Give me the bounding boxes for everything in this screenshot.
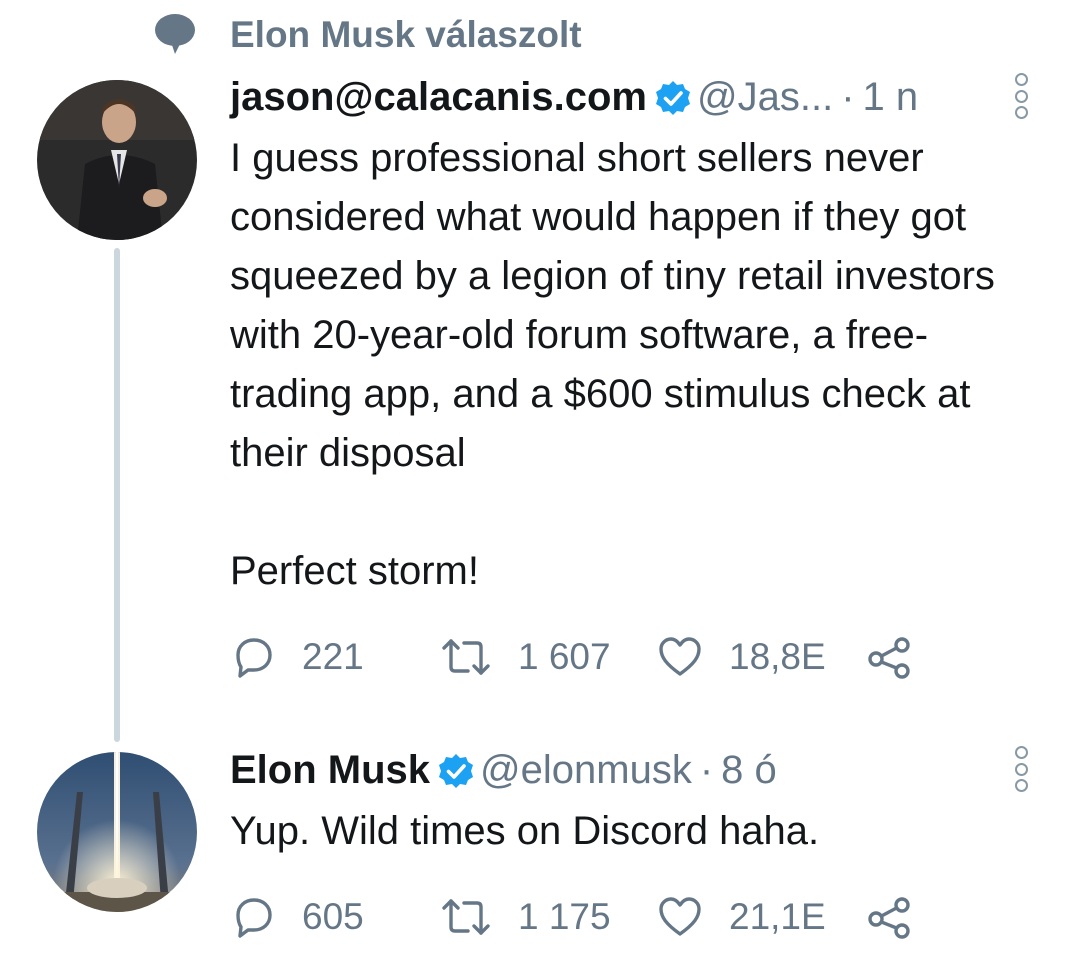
more-options-icon[interactable] xyxy=(1010,746,1032,792)
retweet-count: 1 175 xyxy=(518,896,611,937)
share-button[interactable] xyxy=(866,892,912,942)
reply-icon xyxy=(232,895,276,939)
like-button[interactable]: 18,8E xyxy=(657,632,826,682)
author-name[interactable]: jason@calacanis.com xyxy=(230,75,647,120)
author-handle[interactable]: @elonmusk xyxy=(480,748,692,793)
reply-context-label: Elon Musk válaszolt xyxy=(230,14,582,55)
retweet-button[interactable]: 1 607 xyxy=(440,632,611,682)
tweet-1-text: I guess professional short sellers never… xyxy=(230,129,1050,601)
tweet-paragraph: Yup. Wild times on Discord haha. xyxy=(230,809,820,853)
tweet-time[interactable]: 8 ó xyxy=(721,748,777,793)
reply-context: Elon Musk válaszolt xyxy=(150,8,582,58)
reply-button[interactable]: 221 xyxy=(232,632,364,682)
share-icon xyxy=(866,635,912,679)
tweet-time[interactable]: 1 n xyxy=(863,75,919,120)
separator-dot: · xyxy=(699,748,714,792)
reply-count: 221 xyxy=(302,636,364,677)
tweet-1-header: jason@calacanis.com @Jas... · 1 n xyxy=(230,75,918,120)
tweet-paragraph: Perfect storm! xyxy=(230,549,479,593)
verified-badge-icon xyxy=(438,753,474,789)
verified-badge-icon xyxy=(655,80,691,116)
retweet-button[interactable]: 1 175 xyxy=(440,892,611,942)
share-button[interactable] xyxy=(866,632,912,682)
like-icon xyxy=(657,635,703,679)
retweet-icon xyxy=(440,635,492,679)
like-icon xyxy=(657,895,703,939)
reply-icon xyxy=(232,635,276,679)
tweet-2-text: Yup. Wild times on Discord haha. xyxy=(230,802,1050,861)
like-count: 18,8E xyxy=(729,636,826,677)
reply-button[interactable]: 605 xyxy=(232,892,364,942)
retweet-icon xyxy=(440,895,492,939)
share-icon xyxy=(866,895,912,939)
thread-line xyxy=(114,248,120,742)
like-button[interactable]: 21,1E xyxy=(657,892,826,942)
tweet-2-header: Elon Musk @elonmusk · 8 ó xyxy=(230,748,777,793)
author-name[interactable]: Elon Musk xyxy=(230,748,430,793)
reply-count: 605 xyxy=(302,896,364,937)
separator-dot: · xyxy=(841,75,855,119)
retweet-count: 1 607 xyxy=(518,636,611,677)
speech-bubble-icon xyxy=(150,8,200,58)
avatar-jason[interactable] xyxy=(37,80,197,240)
more-options-icon[interactable] xyxy=(1010,73,1032,119)
avatar-elon[interactable] xyxy=(37,752,197,912)
tweet-paragraph: I guess professional short sellers never… xyxy=(230,136,995,475)
like-count: 21,1E xyxy=(729,896,826,937)
author-handle[interactable]: @Jas... xyxy=(697,75,833,120)
